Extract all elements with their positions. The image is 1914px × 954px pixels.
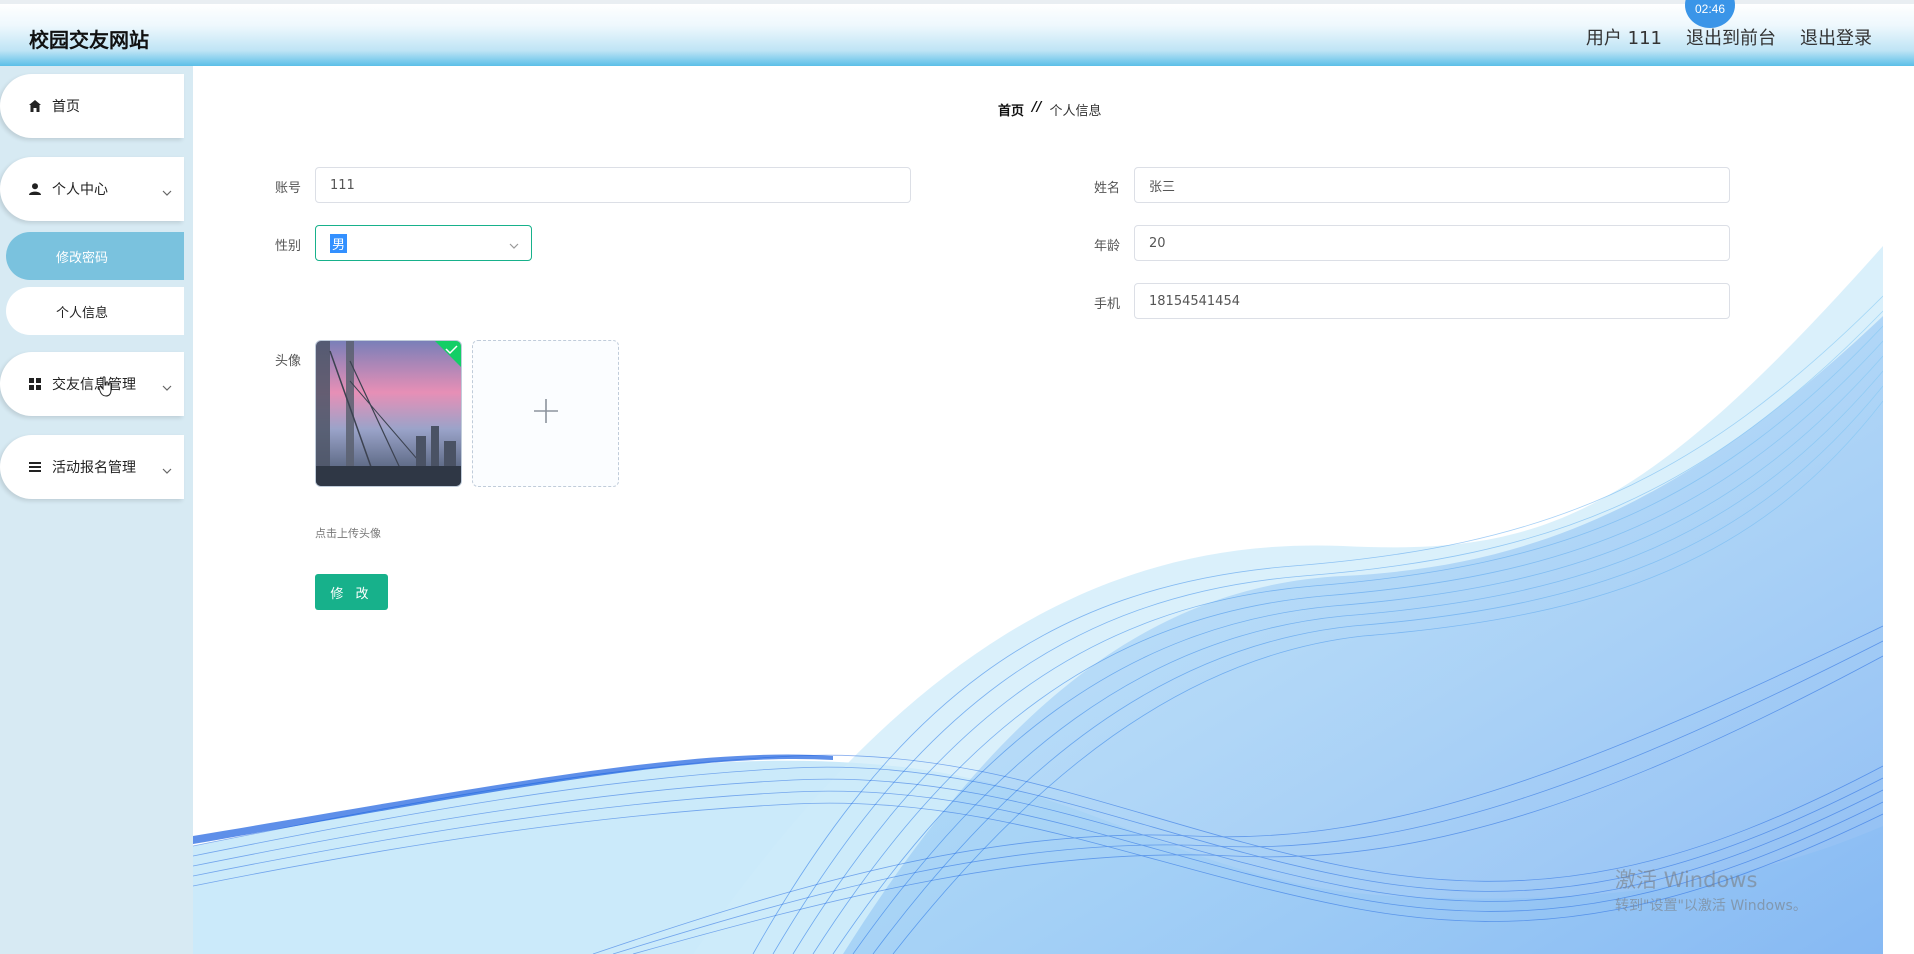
upload-tip: 点击上传头像 xyxy=(315,527,381,540)
plus-icon xyxy=(533,398,559,429)
sidebar-item-home[interactable]: 首页 xyxy=(0,74,184,138)
sidebar-item-label: 个人中心 xyxy=(52,182,108,198)
sidebar-item-dating-info[interactable]: 交友信息管理 xyxy=(0,352,184,416)
avatar-upload-button[interactable] xyxy=(472,340,619,487)
modify-button[interactable]: 修 改 xyxy=(315,574,388,610)
user-label: 用户 111 xyxy=(1585,28,1662,49)
sidebar-subitem-personal-info[interactable]: 个人信息 xyxy=(6,287,184,335)
name-field[interactable]: 张三 xyxy=(1134,167,1730,203)
breadcrumb-separator: // xyxy=(1032,100,1042,115)
grid-icon xyxy=(28,377,42,391)
list-icon xyxy=(28,460,42,474)
breadcrumb-home[interactable]: 首页 xyxy=(998,100,1024,119)
main-content: 首页 // 个人信息 账号 111 性别 男 姓名 张三 年龄 20 手机 18… xyxy=(193,66,1883,954)
account-field[interactable]: 111 xyxy=(315,167,911,203)
chevron-down-icon xyxy=(162,379,172,395)
mouse-cursor-icon xyxy=(98,376,114,403)
breadcrumb: 首页 // 个人信息 xyxy=(998,100,1102,119)
gender-selected-value: 男 xyxy=(330,233,348,253)
age-value: 20 xyxy=(1149,235,1166,251)
right-margin xyxy=(1883,66,1914,954)
account-label: 账号 xyxy=(275,181,302,196)
chevron-down-icon xyxy=(162,184,172,200)
avatar-label: 头像 xyxy=(275,354,302,369)
gender-select[interactable]: 男 xyxy=(315,225,532,261)
windows-watermark-title: 激活 Windows xyxy=(1615,868,1758,892)
sidebar-item-personal-center[interactable]: 个人中心 xyxy=(0,157,184,221)
user-icon xyxy=(28,182,42,196)
home-icon xyxy=(28,99,42,113)
logout-link[interactable]: 退出登录 xyxy=(1800,24,1872,50)
breadcrumb-current: 个人信息 xyxy=(1049,104,1102,119)
name-value: 张三 xyxy=(1149,179,1176,195)
header-actions: 用户 111 退出到前台 退出登录 xyxy=(1586,24,1872,50)
exit-to-front-link[interactable]: 退出到前台 xyxy=(1686,24,1776,50)
age-field[interactable]: 20 xyxy=(1134,225,1730,261)
phone-value: 18154541454 xyxy=(1149,293,1240,309)
phone-field[interactable]: 18154541454 xyxy=(1134,283,1730,319)
chevron-down-icon xyxy=(509,238,519,253)
phone-label: 手机 xyxy=(1094,297,1121,312)
sidebar-item-label: 交友信息管理 xyxy=(52,377,136,393)
top-header: 校园交友网站 02:46 用户 111 退出到前台 退出登录 xyxy=(0,0,1914,66)
sidebar-item-label: 首页 xyxy=(52,99,80,115)
windows-watermark-subtitle: 转到"设置"以激活 Windows。 xyxy=(1615,898,1807,914)
site-title: 校园交友网站 xyxy=(29,28,149,52)
sidebar-item-activity-signup[interactable]: 活动报名管理 xyxy=(0,435,184,499)
chevron-down-icon xyxy=(162,462,172,478)
sidebar-subitem-change-password[interactable]: 修改密码 xyxy=(6,232,184,280)
account-value: 111 xyxy=(330,177,355,193)
sidebar-item-label: 活动报名管理 xyxy=(52,460,136,476)
sidebar: 首页 个人中心 修改密码 个人信息 交友信息管理 活动报名管理 xyxy=(0,66,193,954)
gender-label: 性别 xyxy=(275,239,302,254)
age-label: 年龄 xyxy=(1094,239,1121,254)
avatar-image[interactable] xyxy=(315,340,462,487)
name-label: 姓名 xyxy=(1094,181,1121,196)
